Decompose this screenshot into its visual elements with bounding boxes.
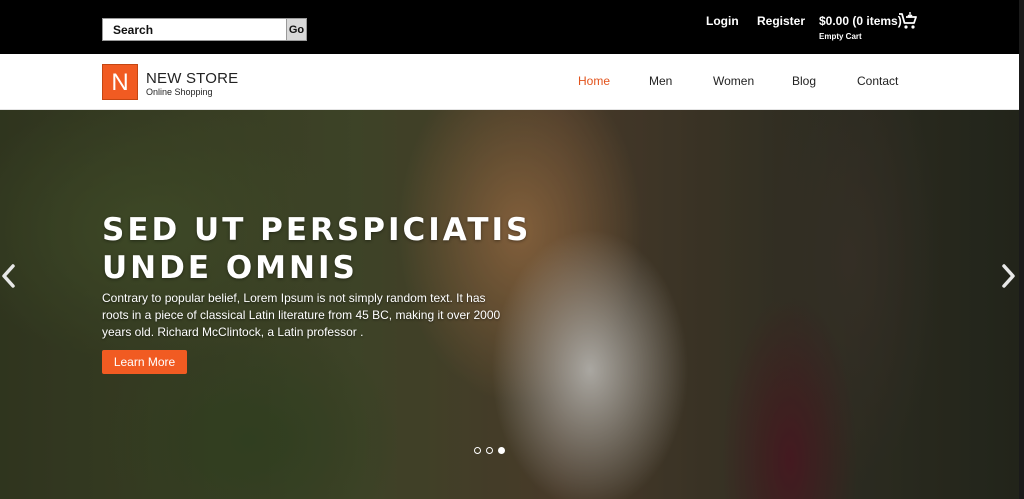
hero-description: Contrary to popular belief, Lorem Ipsum …: [102, 291, 501, 339]
search-form: Go: [102, 18, 307, 41]
search-input[interactable]: [103, 19, 287, 40]
chevron-left-icon[interactable]: [0, 262, 18, 290]
hero-slider: SED UT PERSPICIATIS UNDE OMNIS Contrary …: [0, 110, 1019, 499]
nav-item-women[interactable]: Women: [713, 74, 754, 88]
learn-more-button[interactable]: Learn More: [102, 350, 187, 374]
login-link[interactable]: Login: [706, 14, 739, 28]
slider-dots: [474, 447, 505, 455]
cart-total[interactable]: $0.00 (0 items): [819, 14, 902, 28]
nav-item-contact[interactable]: Contact: [857, 74, 898, 88]
store-name[interactable]: NEW STORE: [146, 70, 238, 87]
nav-item-blog[interactable]: Blog: [792, 74, 816, 88]
cart-status: Empty Cart: [819, 32, 862, 41]
logo-icon[interactable]: N: [102, 64, 138, 100]
hero-title: SED UT PERSPICIATIS UNDE OMNIS: [102, 212, 532, 286]
nav-item-home[interactable]: Home: [578, 74, 610, 88]
slider-dot-2[interactable]: [486, 447, 493, 454]
slider-dot-3[interactable]: [498, 447, 505, 454]
store-tagline: Online Shopping: [146, 87, 213, 97]
slider-dot-1[interactable]: [474, 447, 481, 454]
main-navbar: N NEW STORE Online Shopping Home Men Wom…: [0, 54, 1019, 110]
register-link[interactable]: Register: [757, 14, 805, 28]
cart-icon[interactable]: [898, 12, 918, 30]
nav-item-men[interactable]: Men: [649, 74, 672, 88]
scrollbar[interactable]: [1019, 0, 1024, 499]
top-bar: Go Login Register $0.00 (0 items) Empty …: [0, 0, 1019, 54]
search-go-button[interactable]: Go: [286, 19, 306, 40]
chevron-right-icon[interactable]: [999, 262, 1017, 290]
